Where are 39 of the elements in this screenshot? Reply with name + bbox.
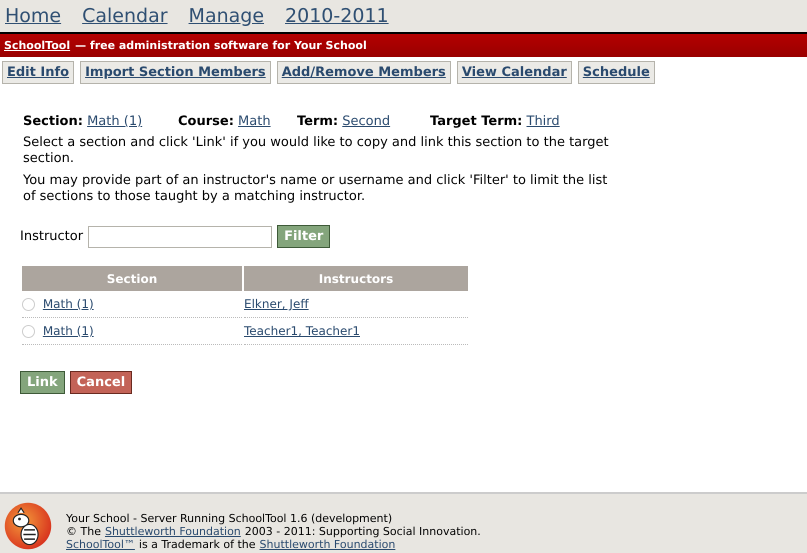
action-button[interactable]: Schedule: [578, 61, 655, 84]
footer-text: © The: [66, 525, 101, 538]
footer-link[interactable]: SchoolTool™: [66, 538, 135, 551]
info-label: Target Term:: [430, 114, 522, 129]
info-label: Section:: [23, 114, 83, 129]
instructor-input-field[interactable]: [88, 226, 272, 248]
radio-button[interactable]: [22, 298, 35, 312]
column-header: Section: [22, 266, 242, 291]
footer-text: 2003 - 2011: Supporting Social Innovation.: [244, 525, 481, 538]
instructor-link[interactable]: Elkner, Jeff: [244, 297, 309, 311]
cancel-button[interactable]: Cancel: [70, 371, 132, 394]
action-button[interactable]: Edit Info: [2, 61, 74, 84]
action-button[interactable]: Add/Remove Members: [276, 61, 451, 84]
action-button[interactable]: View Calendar: [456, 61, 572, 84]
info-label: Course:: [178, 114, 234, 129]
info-link[interactable]: Math (1): [87, 114, 142, 129]
action-button[interactable]: Import Section Members: [80, 61, 271, 84]
nav-link[interactable]: Manage: [188, 5, 264, 27]
field-label: Instructor: [20, 229, 84, 244]
info-link[interactable]: Math: [238, 114, 271, 129]
nav-link[interactable]: Calendar: [82, 5, 168, 27]
nav-link[interactable]: Home: [5, 5, 62, 27]
footer-text: is a Trademark of the: [138, 538, 256, 551]
info-link[interactable]: Second: [342, 114, 390, 129]
info-link[interactable]: Third: [526, 114, 560, 129]
footer-link[interactable]: Shuttleworth Foundation: [260, 538, 396, 551]
instructor-link[interactable]: Teacher1, Teacher1: [244, 324, 360, 338]
footer-text: Your School - Server Running SchoolTool 1.6 (development): [66, 512, 392, 525]
section-link[interactable]: Math (1): [42, 296, 94, 311]
radio-button[interactable]: [22, 325, 35, 338]
instruction-text: You may provide part of an instructor's name or username and click 'Filter' to limit the list of sections to those taught by a matching instructor.: [23, 173, 608, 205]
nav-link[interactable]: 2010-2011: [285, 5, 389, 27]
section-link[interactable]: Math (1): [42, 324, 94, 338]
footer-link[interactable]: Shuttleworth Foundation: [104, 525, 241, 538]
brand-link[interactable]: SchoolTool: [4, 39, 70, 52]
banner-text: — free administration software for Your School: [75, 39, 367, 52]
column-header: Instructors: [244, 266, 468, 291]
instruction-text: Select a section and click 'Link' if you would like to copy and link this section to the target section.: [23, 135, 610, 167]
info-label: Term:: [297, 114, 338, 129]
